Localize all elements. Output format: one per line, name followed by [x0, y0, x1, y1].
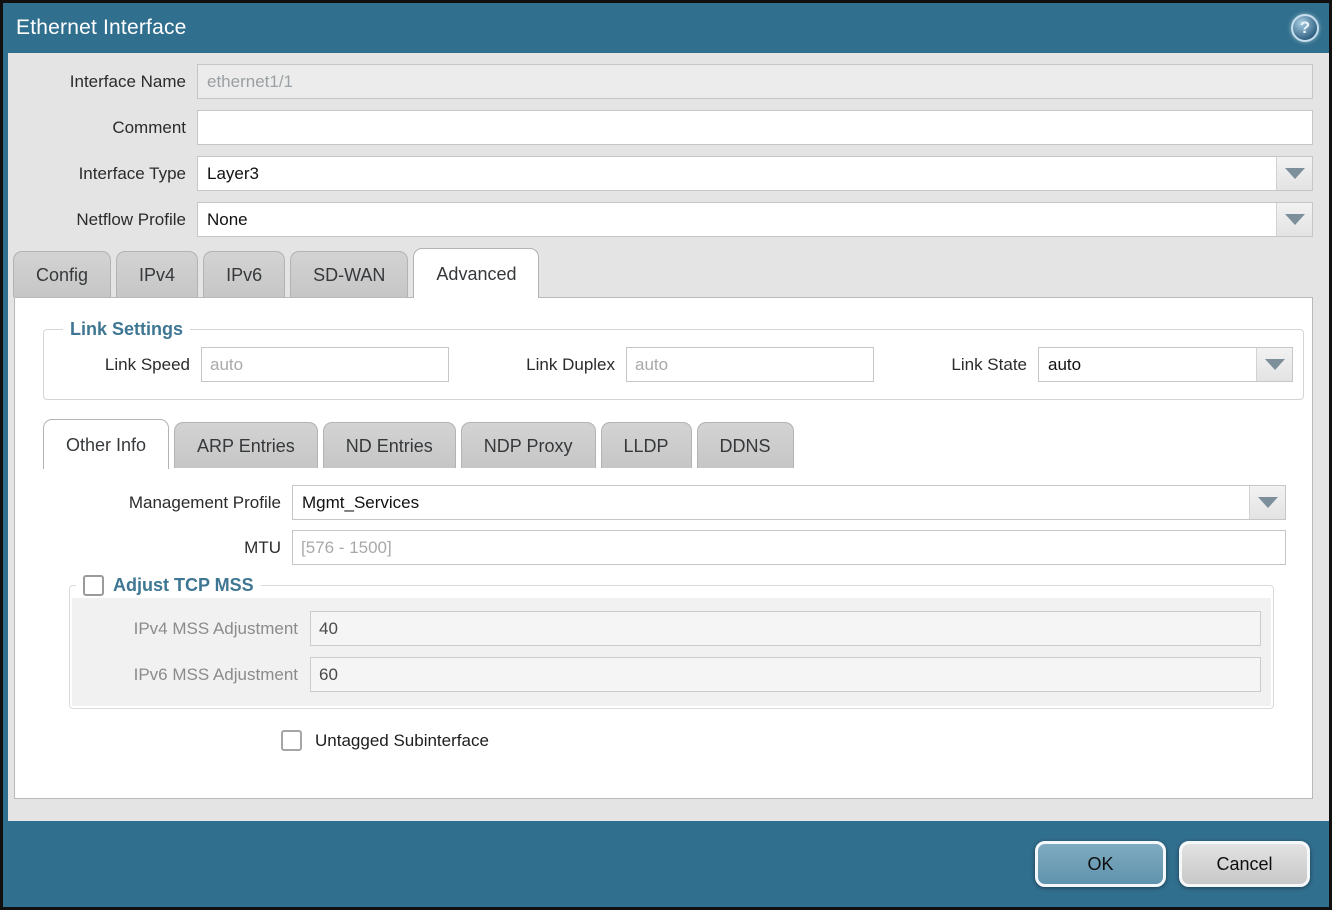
management-profile-dropdown[interactable]: Mgmt_Services	[292, 485, 1286, 520]
tab-advanced[interactable]: Advanced	[413, 248, 539, 298]
adjust-tcp-mss-fieldset: Adjust TCP MSS IPv4 MSS Adjustment IPv6 …	[69, 575, 1274, 709]
interface-name-value: ethernet1/1	[207, 72, 293, 92]
subtab-ndp-proxy[interactable]: NDP Proxy	[461, 422, 596, 468]
netflow-profile-row: Netflow Profile None	[11, 202, 1313, 237]
mtu-input[interactable]	[292, 530, 1286, 565]
link-speed-label: Link Speed	[54, 355, 201, 375]
subtab-nd-entries[interactable]: ND Entries	[323, 422, 456, 468]
chevron-down-icon	[1285, 214, 1305, 225]
interface-type-value: Layer3	[207, 164, 1276, 184]
ethernet-interface-dialog: Ethernet Interface ? Interface Name ethe…	[3, 3, 1329, 907]
interface-name-row: Interface Name ethernet1/1	[11, 64, 1313, 99]
untagged-subinterface-row: Untagged Subinterface	[281, 730, 1298, 751]
subtab-lldp[interactable]: LLDP	[601, 422, 692, 468]
interface-name-field: ethernet1/1	[197, 64, 1313, 99]
link-duplex-input[interactable]	[626, 347, 874, 382]
adjust-tcp-mss-label: Adjust TCP MSS	[113, 575, 254, 596]
link-state-dropdown[interactable]: auto	[1038, 347, 1293, 382]
link-state-label: Link State	[888, 355, 1038, 375]
ipv6-mss-row: IPv6 MSS Adjustment	[72, 657, 1261, 692]
untagged-subinterface-label: Untagged Subinterface	[315, 731, 489, 751]
interface-type-dropdown-button[interactable]	[1276, 157, 1312, 190]
tab-sd-wan[interactable]: SD-WAN	[290, 251, 408, 297]
tab-ipv4[interactable]: IPv4	[116, 251, 198, 297]
ipv4-mss-input	[310, 611, 1261, 646]
adjust-tcp-mss-checkbox[interactable]	[83, 575, 104, 596]
link-state-value: auto	[1048, 355, 1256, 375]
interface-type-row: Interface Type Layer3	[11, 156, 1313, 191]
netflow-profile-dropdown[interactable]: None	[197, 202, 1313, 237]
ipv6-mss-label: IPv6 MSS Adjustment	[72, 665, 310, 685]
other-info-panel: Management Profile Mgmt_Services MTU Adj…	[29, 485, 1298, 751]
interface-name-label: Interface Name	[11, 72, 197, 92]
ipv4-mss-label: IPv4 MSS Adjustment	[72, 619, 310, 639]
management-profile-row: Management Profile Mgmt_Services	[29, 485, 1298, 520]
sub-tab-bar: Other Info ARP Entries ND Entries NDP Pr…	[43, 419, 1298, 468]
footer-gap	[3, 799, 1329, 821]
subtab-arp-entries[interactable]: ARP Entries	[174, 422, 318, 468]
ipv4-mss-row: IPv4 MSS Adjustment	[72, 611, 1261, 646]
subtab-ddns[interactable]: DDNS	[697, 422, 794, 468]
dialog-title: Ethernet Interface	[16, 16, 187, 40]
chevron-down-icon	[1285, 168, 1305, 179]
link-settings-fieldset: Link Settings Link Speed Link Duplex Lin…	[43, 319, 1304, 400]
adjust-tcp-mss-body: IPv4 MSS Adjustment IPv6 MSS Adjustment	[72, 598, 1271, 706]
untagged-subinterface-checkbox[interactable]	[281, 730, 302, 751]
comment-input[interactable]	[197, 110, 1313, 145]
comment-label: Comment	[11, 118, 197, 138]
chevron-down-icon	[1258, 497, 1278, 508]
ok-button[interactable]: OK	[1035, 841, 1166, 887]
help-icon[interactable]: ?	[1291, 14, 1319, 42]
comment-row: Comment	[11, 110, 1313, 145]
dialog-titlebar: Ethernet Interface ?	[3, 3, 1329, 53]
netflow-profile-label: Netflow Profile	[11, 210, 197, 230]
interface-type-label: Interface Type	[11, 164, 197, 184]
dialog-footer: OK Cancel	[3, 821, 1329, 907]
ipv6-mss-input	[310, 657, 1261, 692]
main-tab-bar: Config IPv4 IPv6 SD-WAN Advanced	[13, 248, 1329, 297]
interface-form: Interface Name ethernet1/1 Comment Inter…	[3, 53, 1329, 248]
mtu-label: MTU	[29, 538, 292, 558]
tab-config[interactable]: Config	[13, 251, 111, 297]
tab-ipv6[interactable]: IPv6	[203, 251, 285, 297]
interface-type-dropdown[interactable]: Layer3	[197, 156, 1313, 191]
management-profile-value: Mgmt_Services	[302, 493, 1249, 513]
link-state-dropdown-button[interactable]	[1256, 348, 1292, 381]
netflow-profile-dropdown-button[interactable]	[1276, 203, 1312, 236]
advanced-tab-panel: Link Settings Link Speed Link Duplex Lin…	[14, 297, 1313, 799]
management-profile-label: Management Profile	[29, 493, 292, 513]
adjust-tcp-mss-legend: Adjust TCP MSS	[76, 575, 261, 596]
cancel-button[interactable]: Cancel	[1179, 841, 1310, 887]
netflow-profile-value: None	[207, 210, 1276, 230]
link-settings-legend: Link Settings	[63, 319, 190, 340]
subtab-other-info[interactable]: Other Info	[43, 419, 169, 469]
chevron-down-icon	[1265, 359, 1285, 370]
mtu-row: MTU	[29, 530, 1298, 565]
link-duplex-label: Link Duplex	[466, 355, 626, 375]
link-speed-input[interactable]	[201, 347, 449, 382]
management-profile-dropdown-button[interactable]	[1249, 486, 1285, 519]
link-settings-row: Link Speed Link Duplex Link State auto	[54, 347, 1293, 382]
